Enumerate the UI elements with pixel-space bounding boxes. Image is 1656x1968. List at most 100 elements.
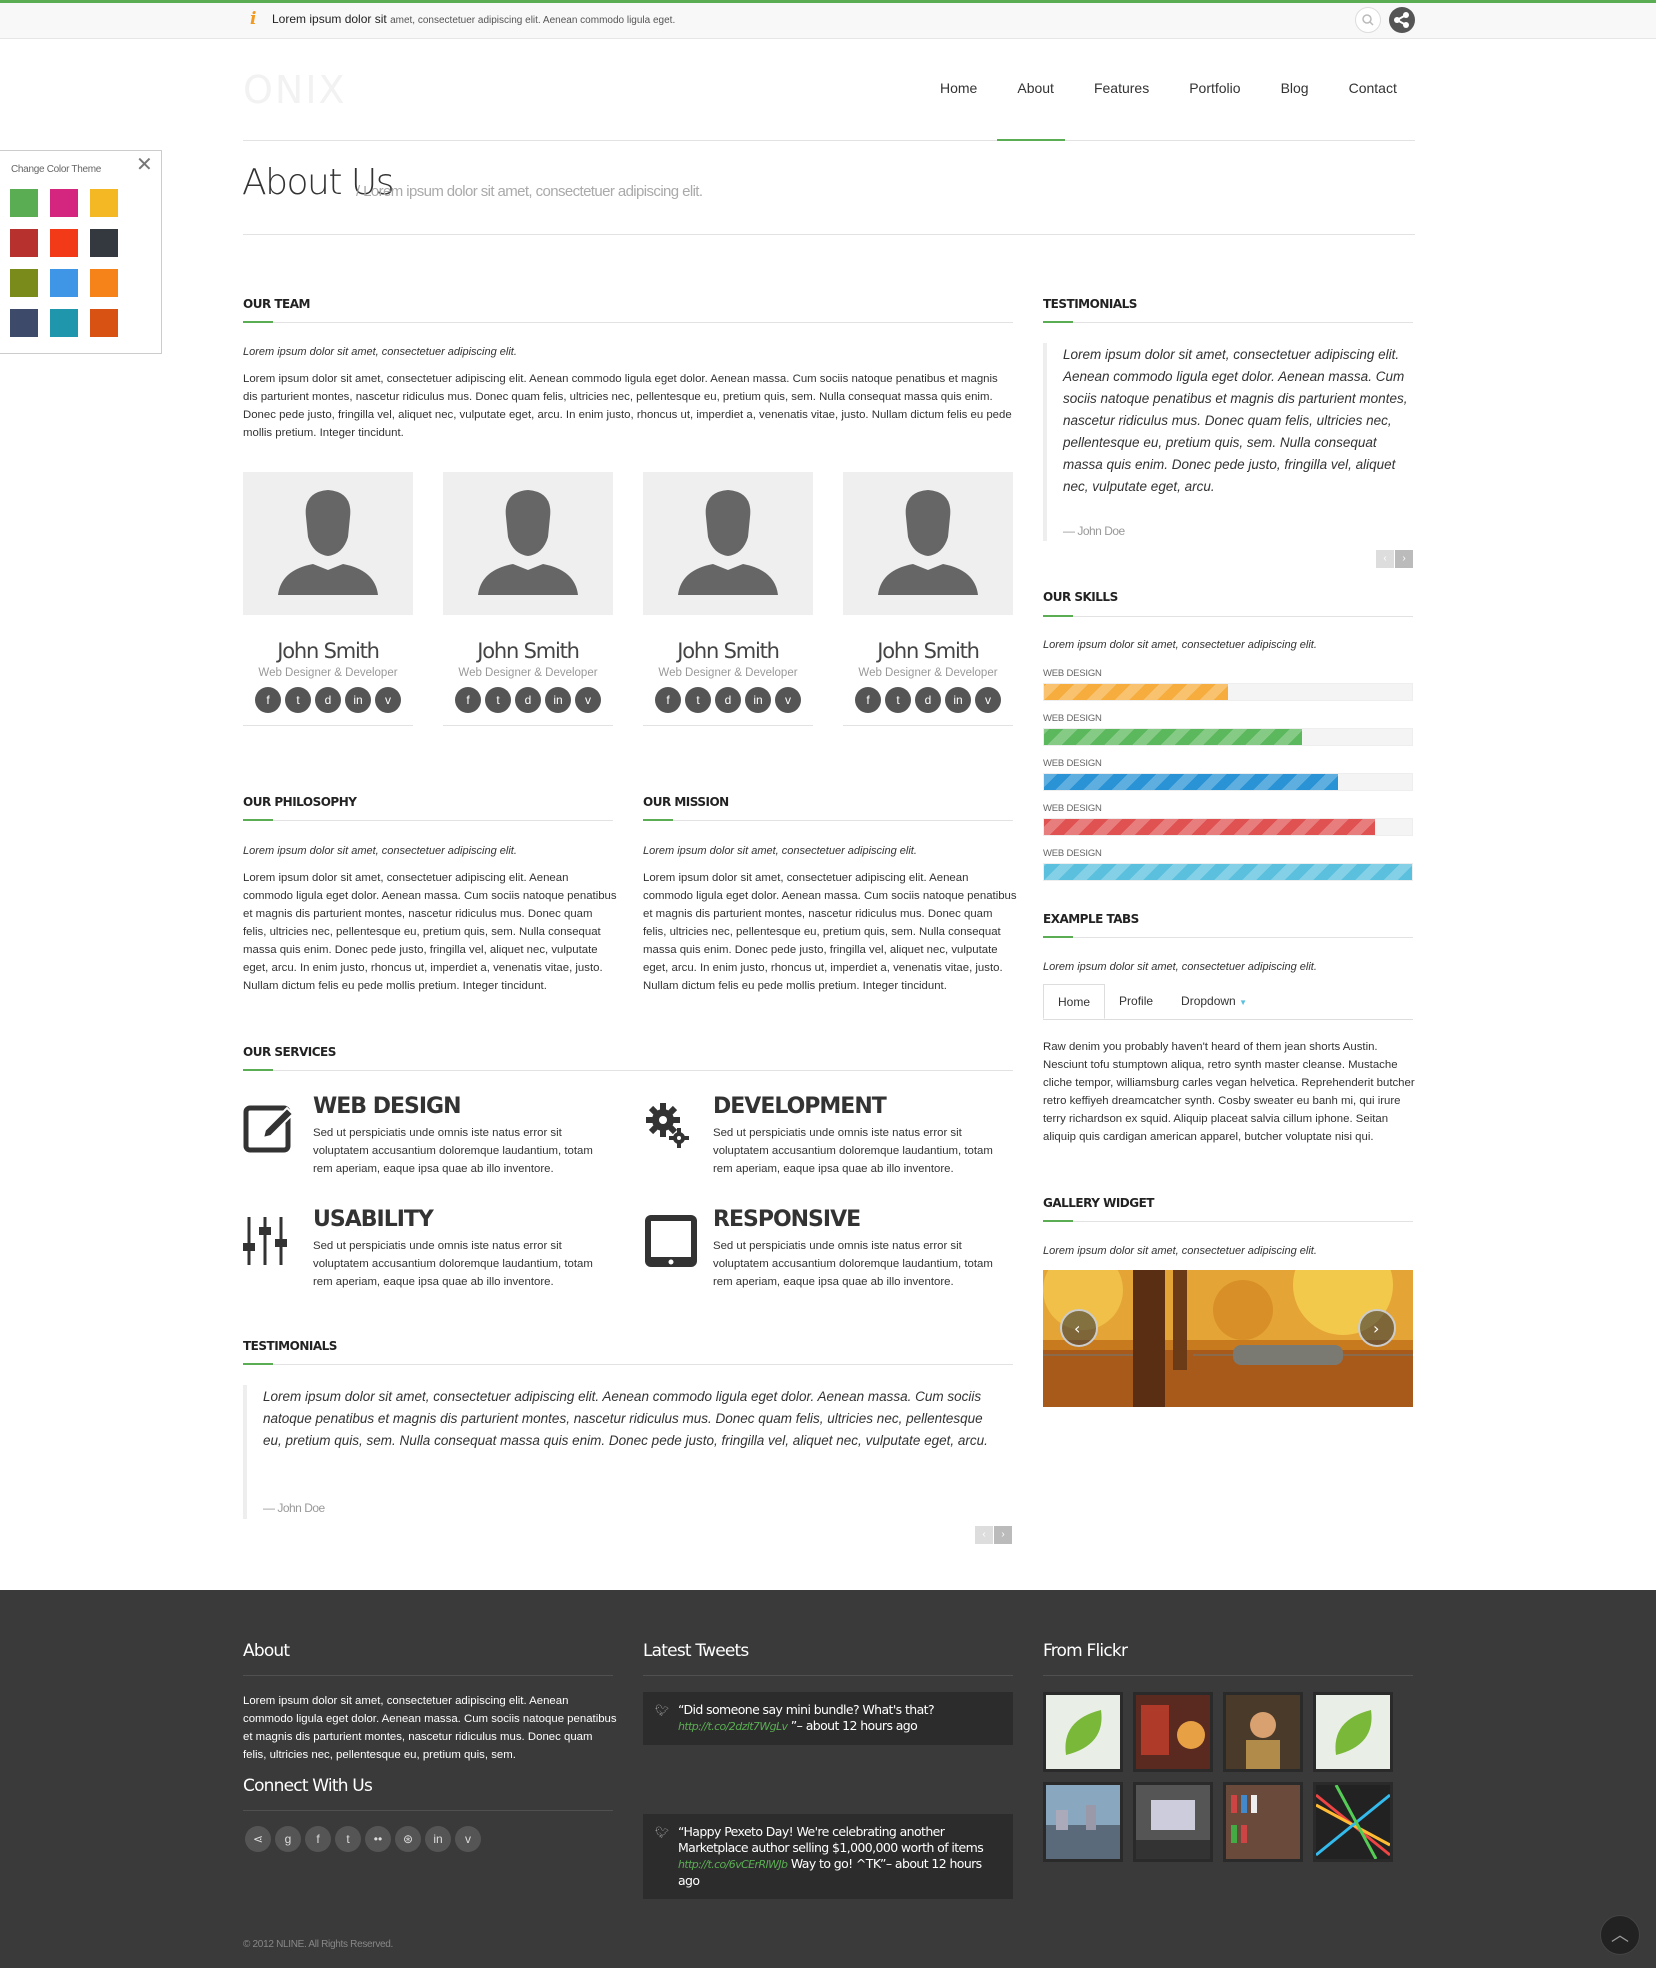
color-swatch[interactable] bbox=[10, 189, 38, 217]
tweet: 🐦︎ “Happy Pexeto Day! We're celebrating a… bbox=[643, 1814, 1013, 1899]
tabs-accent bbox=[1043, 936, 1073, 938]
tweet-link[interactable]: http://t.co/2dzlt7WgLv bbox=[678, 1720, 788, 1733]
philosophy-heading: OUR PHILOSOPHY bbox=[243, 795, 357, 809]
social-t-icon[interactable]: t bbox=[285, 687, 311, 713]
social-in-icon[interactable]: in bbox=[945, 687, 971, 713]
prev-arrow-icon[interactable]: ‹ bbox=[975, 1526, 993, 1544]
member-social-icons: f t d in v bbox=[243, 687, 413, 713]
social-t-icon[interactable]: t bbox=[335, 1826, 361, 1852]
social-d-icon[interactable]: d bbox=[915, 687, 941, 713]
social-d-icon[interactable]: d bbox=[715, 687, 741, 713]
member-name: John Smith bbox=[677, 639, 780, 663]
color-swatch[interactable] bbox=[10, 309, 38, 337]
skill-progress-fill bbox=[1044, 729, 1302, 745]
social-f-icon[interactable]: f bbox=[655, 687, 681, 713]
nav-active-indicator bbox=[997, 139, 1065, 141]
skill-progress-bar bbox=[1043, 728, 1413, 746]
color-swatch[interactable] bbox=[10, 229, 38, 257]
copyright: © 2012 NLINE. All Rights Reserved. bbox=[243, 1939, 394, 1950]
social-in-icon[interactable]: in bbox=[425, 1826, 451, 1852]
nav-blog[interactable]: Blog bbox=[1261, 80, 1329, 142]
color-swatch[interactable] bbox=[50, 189, 78, 217]
social-v-icon[interactable]: v bbox=[975, 687, 1001, 713]
color-swatch[interactable] bbox=[90, 189, 118, 217]
nav-home[interactable]: Home bbox=[920, 80, 997, 142]
flickr-thumb[interactable] bbox=[1223, 1782, 1303, 1862]
social-f-icon[interactable]: f bbox=[455, 687, 481, 713]
flickr-thumb[interactable] bbox=[1043, 1782, 1123, 1862]
skill-label: WEB DESIGN bbox=[1043, 668, 1102, 679]
flickr-thumb[interactable] bbox=[1133, 1782, 1213, 1862]
logo[interactable]: ONIX bbox=[243, 68, 347, 112]
top-message-bold: Lorem ipsum dolor sit bbox=[272, 12, 387, 26]
color-swatch[interactable] bbox=[50, 309, 78, 337]
social-d-icon[interactable]: d bbox=[315, 687, 341, 713]
color-swatch[interactable] bbox=[90, 269, 118, 297]
next-arrow-icon[interactable]: › bbox=[1395, 550, 1413, 568]
social-t-icon[interactable]: t bbox=[685, 687, 711, 713]
color-swatch[interactable] bbox=[50, 269, 78, 297]
service-title: USABILITY bbox=[313, 1207, 434, 1232]
team-lead: Lorem ipsum dolor sit amet, consectetuer… bbox=[243, 346, 517, 358]
social-share-icon[interactable]: ⋖ bbox=[245, 1826, 271, 1852]
flickr-thumb[interactable] bbox=[1313, 1782, 1393, 1862]
back-to-top-button[interactable]: ︿ bbox=[1600, 1915, 1640, 1955]
color-swatch[interactable] bbox=[50, 229, 78, 257]
skills-lead: Lorem ipsum dolor sit amet, consectetuer… bbox=[1043, 639, 1317, 651]
nav-contact[interactable]: Contact bbox=[1329, 80, 1417, 142]
color-swatch[interactable] bbox=[90, 309, 118, 337]
social-g-icon[interactable]: g bbox=[275, 1826, 301, 1852]
nav-features[interactable]: Features bbox=[1074, 80, 1169, 142]
next-arrow-icon[interactable]: › bbox=[994, 1526, 1012, 1544]
social-in-icon[interactable]: in bbox=[545, 687, 571, 713]
color-swatch[interactable] bbox=[10, 269, 38, 297]
nav-about[interactable]: About bbox=[997, 80, 1074, 142]
desk-image bbox=[1136, 1800, 1210, 1859]
tab-dropdown[interactable]: Dropdown ▼ bbox=[1167, 984, 1261, 1019]
social-f-icon[interactable]: f bbox=[255, 687, 281, 713]
social-d-icon[interactable]: d bbox=[515, 687, 541, 713]
footer-about-heading: About bbox=[243, 1641, 290, 1661]
social-d-icon[interactable]: ⊛ bbox=[395, 1826, 421, 1852]
member-role: Web Designer & Developer bbox=[258, 667, 398, 679]
tab-profile[interactable]: Profile bbox=[1105, 984, 1167, 1019]
team-heading-line bbox=[243, 322, 1013, 323]
social-v-icon[interactable]: v bbox=[575, 687, 601, 713]
social-v-icon[interactable]: v bbox=[775, 687, 801, 713]
nav-portfolio[interactable]: Portfolio bbox=[1169, 80, 1260, 142]
member-social-icons: f t d in v bbox=[843, 687, 1013, 713]
flickr-thumb[interactable] bbox=[1223, 1692, 1303, 1772]
social-t-icon[interactable]: t bbox=[885, 687, 911, 713]
social-t-icon[interactable]: t bbox=[485, 687, 511, 713]
skill-progress-bar bbox=[1043, 683, 1413, 701]
close-icon[interactable]: ✕ bbox=[136, 155, 153, 175]
social-f-icon[interactable]: f bbox=[855, 687, 881, 713]
gallery-heading: GALLERY WIDGET bbox=[1043, 1196, 1154, 1210]
main-nav: Home About Features Portfolio Blog Conta… bbox=[920, 80, 1417, 142]
social-in-icon[interactable]: in bbox=[745, 687, 771, 713]
search-button[interactable] bbox=[1355, 7, 1381, 33]
share-button[interactable] bbox=[1389, 7, 1415, 33]
tab-home[interactable]: Home bbox=[1043, 984, 1106, 1019]
color-swatch[interactable] bbox=[90, 229, 118, 257]
tweet-link[interactable]: http://t.co/6vCErRIWJb bbox=[678, 1858, 788, 1871]
flickr-thumb[interactable] bbox=[1043, 1692, 1123, 1772]
social-f-icon[interactable]: f bbox=[305, 1826, 331, 1852]
mission-lead: Lorem ipsum dolor sit amet, consectetuer… bbox=[643, 845, 917, 857]
sidebar-testimonials-heading: TESTIMONIALS bbox=[1043, 297, 1137, 311]
footer-about-text: Lorem ipsum dolor sit amet, consectetuer… bbox=[243, 1695, 617, 1761]
gallery-image[interactable]: ‹ › bbox=[1043, 1270, 1413, 1407]
social-v-icon[interactable]: v bbox=[375, 687, 401, 713]
flickr-thumb[interactable] bbox=[1133, 1692, 1213, 1772]
team-member-card: John Smith Web Designer & Developer f t d in v bbox=[443, 472, 613, 726]
tweet-text: “Did someone say mini bundle? What's tha… bbox=[678, 1702, 1001, 1735]
member-name: John Smith bbox=[477, 639, 580, 663]
prev-arrow-icon[interactable]: ‹ bbox=[1376, 550, 1394, 568]
avatar bbox=[643, 472, 813, 615]
flickr-thumb[interactable] bbox=[1313, 1692, 1393, 1772]
social-in-icon[interactable]: in bbox=[345, 687, 371, 713]
footer-about-line bbox=[243, 1675, 613, 1676]
social-fl-icon[interactable]: •• bbox=[365, 1826, 391, 1852]
social-v-icon[interactable]: v bbox=[455, 1826, 481, 1852]
team-heading: OUR TEAM bbox=[243, 297, 310, 311]
